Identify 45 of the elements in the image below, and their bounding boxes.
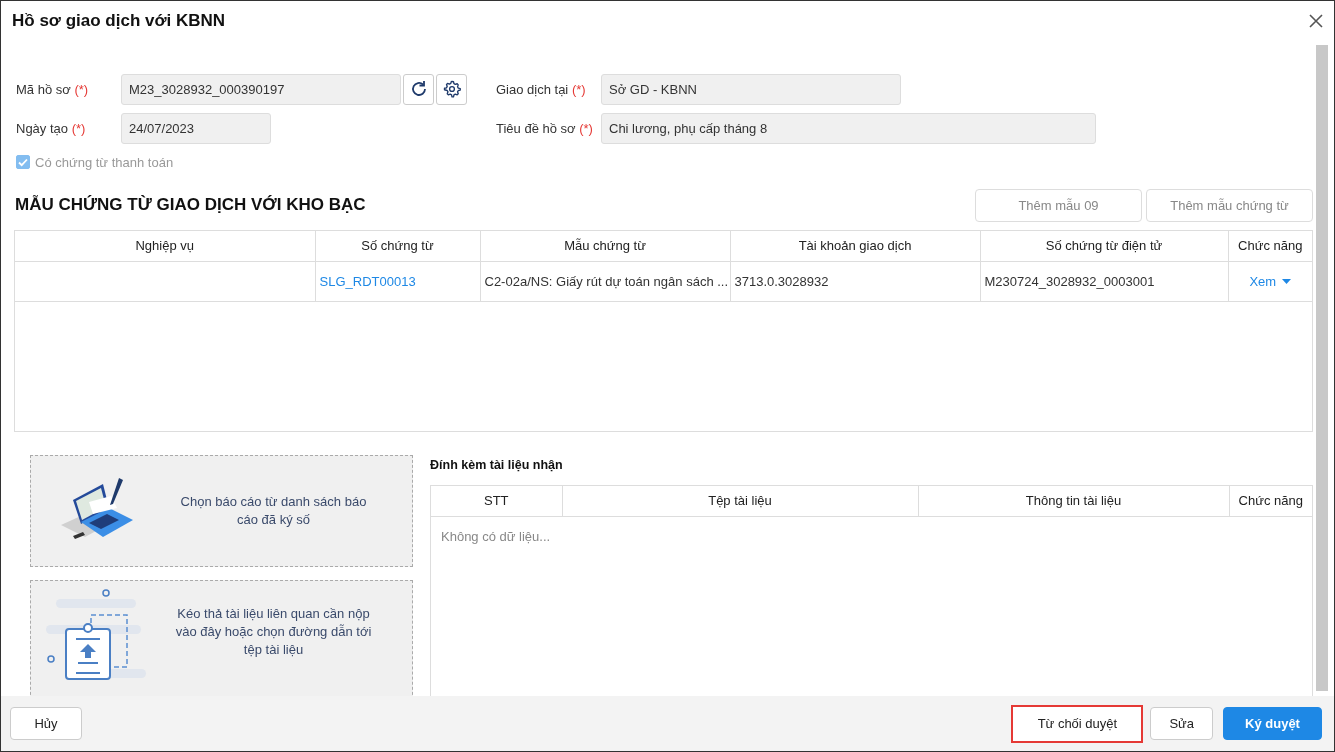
column-header: Chức năng [1229, 486, 1312, 516]
gear-icon [442, 80, 461, 98]
report-picker-panel[interactable]: Chọn báo cáo từ danh sách báo cáo đã ký số [30, 455, 413, 567]
file-drop-zone[interactable]: Kéo thả tài liệu liên quan cần nộp vào đây hoặc chọn đường dẫn tới tệp tài liệu [30, 580, 413, 696]
input-field[interactable]: M23_3028932_000390197 [121, 73, 401, 105]
column-header: Tài khoản giao dịch [730, 231, 980, 261]
input-field[interactable]: Sở GD - KBNN [601, 73, 901, 105]
table-cell: M230724_3028932_0003001 [980, 261, 1228, 301]
footer-button[interactable]: Từ chối duyệt [1011, 704, 1144, 743]
column-header: STT [431, 486, 562, 516]
table-cell: 3713.0.3028932 [730, 261, 980, 301]
scrollbar-thumb[interactable] [1316, 45, 1328, 691]
panel-text: Chọn báo cáo từ danh sách báo cáo đã ký số [179, 493, 368, 529]
required-mark: (*) [71, 120, 86, 136]
caret-icon [1282, 278, 1292, 284]
table-cell: C2-02a/NS: Giấy rút dự toán ngân sách ... [480, 261, 730, 301]
empty-message: Không có dữ liệu... [440, 527, 552, 546]
column-header: Số chứng từ [315, 231, 480, 261]
required-mark: (*) [74, 81, 89, 97]
column-header: Tệp tài liệu [562, 486, 918, 516]
panel-text: Kéo thả tài liệu liên quan cần nộp vào đây hoặc chọn đường dẫn tới tệp tài liệu [174, 605, 373, 659]
attachments-title: Đính kèm tài liệu nhận [430, 457, 564, 474]
column-header: Chức năng [1228, 231, 1312, 261]
view-dropdown-button[interactable]: Xem [1249, 273, 1292, 289]
column-header: Nghiệp vụ [15, 231, 315, 261]
field-label: Mã hồ sơ (*) [16, 81, 90, 97]
settings-button[interactable] [436, 73, 467, 105]
section-title: MẪU CHỨNG TỪ GIAO DỊCH VỚI KHO BẠC [14, 195, 366, 215]
field-label: Ngày tạo (*) [16, 120, 87, 136]
footer-button[interactable]: Sửa [1150, 707, 1213, 740]
required-mark: (*) [579, 120, 593, 136]
footer-button[interactable]: Hủy [10, 707, 82, 740]
input-field[interactable]: 24/07/2023 [121, 112, 271, 144]
column-header: Thông tin tài liệu [918, 486, 1229, 516]
refresh-button[interactable] [403, 73, 434, 105]
input-field[interactable]: Chi lương, phụ cấp tháng 8 [601, 112, 1096, 144]
checkbox-label: Có chứng từ thanh toán [35, 154, 174, 170]
column-header: Số chứng từ điện tử [980, 231, 1228, 261]
sign-approve-button[interactable]: Ký duyệt [1223, 707, 1322, 740]
column-header: Mẫu chứng từ [480, 231, 730, 261]
voucher-link[interactable]: SLG_RDT00013 [319, 273, 416, 289]
field-label: Giao dịch tại (*) [496, 81, 587, 97]
dialog-title: Hồ sơ giao dịch với KBNN [12, 11, 226, 31]
required-mark: (*) [571, 81, 586, 97]
field-label: Tiêu đề hồ sơ (*) [496, 120, 594, 136]
